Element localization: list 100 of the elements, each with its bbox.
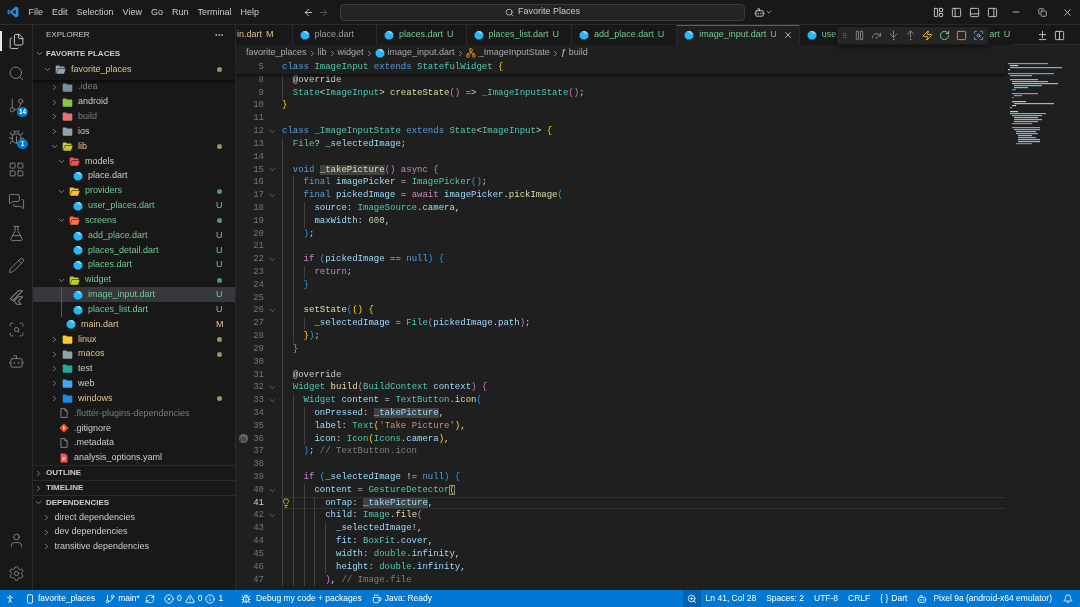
zoom-icon[interactable] [682, 590, 701, 607]
close-icon[interactable] [782, 30, 793, 40]
tree-item[interactable]: favorite_places [33, 62, 235, 77]
tree-item[interactable]: .idea [33, 79, 235, 95]
command-center[interactable]: Favorite Places [340, 3, 745, 21]
status-item[interactable]: favorite_places [20, 590, 101, 607]
breadcrumb-item[interactable]: favorite_places [246, 46, 307, 60]
editor-tab[interactable]: add_place.dart U [572, 25, 678, 45]
breadcrumb-item[interactable]: widget [337, 46, 364, 60]
lightning-icon[interactable] [922, 29, 934, 41]
tree-item[interactable]: places_list.dart U [33, 302, 235, 318]
pause-icon[interactable] [854, 29, 866, 41]
tree-item[interactable]: linux [33, 331, 235, 347]
status-item[interactable]: UTF-8 [809, 590, 844, 607]
stop-icon[interactable] [956, 29, 968, 41]
flask-icon[interactable] [7, 224, 25, 242]
tree-item[interactable]: models [33, 153, 235, 169]
breadcrumb-item[interactable]: image_input.dart [374, 46, 455, 60]
tree-item[interactable]: place.dart [33, 168, 235, 184]
breadcrumb-item[interactable]: _ImageInputState [465, 46, 550, 60]
menu-item[interactable]: File [24, 4, 48, 20]
sync-icon[interactable] [144, 593, 155, 604]
menu-item[interactable]: Help [235, 4, 264, 20]
restart-icon[interactable] [939, 29, 951, 41]
tree-item[interactable]: main.dart M [33, 317, 235, 332]
tree-item[interactable]: web [33, 376, 235, 392]
lightbulb-icon[interactable] [281, 498, 291, 509]
tree-item[interactable]: user_places.dart U [33, 198, 235, 214]
chevron-right-icon[interactable] [50, 394, 59, 404]
editor-tab[interactable]: place.dart [292, 25, 378, 45]
scan-icon[interactable] [973, 29, 985, 41]
layout-icon[interactable] [933, 6, 944, 18]
step-out-icon[interactable] [905, 29, 917, 41]
columns-icon[interactable] [1054, 29, 1066, 41]
scan-icon[interactable] [7, 320, 25, 338]
editor-tab[interactable]: places_list.dart U [466, 25, 573, 45]
section-header[interactable]: OUTLINE [33, 465, 235, 481]
tree-item[interactable]: analysis_options.yaml [33, 450, 235, 466]
restore-icon[interactable] [1037, 7, 1047, 17]
tree-item[interactable]: build [33, 109, 235, 125]
tree-item[interactable]: direct dependencies [33, 509, 235, 525]
chevron-right-icon[interactable] [50, 112, 59, 122]
status-item[interactable]: Ln 41, Col 28 [700, 590, 762, 607]
chevron-right-icon[interactable] [50, 82, 59, 92]
status-item[interactable]: Pixel 9a (android-x64 emulator) [912, 590, 1057, 607]
tree-item[interactable]: transitive dependencies [33, 539, 235, 555]
camera-icon[interactable] [238, 434, 248, 444]
editor-tab[interactable]: places.dart U [377, 25, 467, 45]
section-header[interactable]: FAVORITE PLACES [33, 45, 235, 62]
minimap-drawing[interactable] [1008, 63, 1064, 145]
tree-item[interactable]: android [33, 94, 235, 110]
tree-item[interactable]: dev dependencies [33, 524, 235, 540]
tree-item[interactable]: .gitignore [33, 420, 235, 436]
editor-tab[interactable]: image_input.dart U [677, 25, 800, 45]
tree-item[interactable]: providers [33, 183, 235, 199]
tree-item[interactable]: test [33, 361, 235, 377]
tree-item[interactable]: image_input.dart U [33, 287, 235, 303]
bug-icon[interactable] [7, 128, 25, 146]
menu-item[interactable]: Go [146, 4, 168, 20]
flutter-icon[interactable] [7, 288, 25, 306]
section-header[interactable]: DEPENDENCIES [33, 495, 235, 510]
tree-item[interactable]: lib [33, 139, 235, 154]
menu-item[interactable]: Edit [47, 4, 73, 20]
tree-item[interactable]: .flutter-plugins-dependencies [33, 406, 235, 421]
grid-icon[interactable] [7, 160, 25, 178]
tree-item[interactable]: places.dart U [33, 257, 235, 273]
tree-item[interactable]: add_place.dart U [33, 228, 235, 243]
section-header[interactable]: TIMELINE [33, 480, 235, 495]
search-icon[interactable] [7, 64, 25, 82]
menu-item[interactable]: Terminal [192, 4, 236, 20]
tree-item[interactable]: widget [33, 272, 235, 288]
branch-icon[interactable] [7, 96, 25, 114]
panel-left-icon[interactable] [951, 6, 962, 18]
menu-item[interactable]: Run [167, 4, 193, 20]
settings-icon[interactable] [7, 565, 25, 582]
tree-item[interactable]: screens [33, 213, 235, 229]
editor-tab[interactable]: in.dart M [236, 25, 293, 45]
status-item[interactable]: Spaces: 2 [761, 590, 809, 607]
panel-right-icon[interactable] [987, 6, 998, 18]
chevron-down-icon[interactable] [35, 49, 44, 58]
panel-bottom-icon[interactable] [969, 6, 980, 18]
menu-item[interactable]: Selection [72, 4, 119, 20]
status-item[interactable]: { } Dart [875, 590, 913, 607]
chat-icon[interactable] [7, 192, 25, 210]
files-icon[interactable] [7, 32, 25, 50]
chevron-right-icon[interactable] [50, 364, 59, 374]
chevron-right-icon[interactable] [50, 379, 59, 389]
bell-icon[interactable] [1063, 593, 1073, 604]
chevron-right-icon[interactable] [50, 349, 59, 359]
robot-icon[interactable] [754, 6, 765, 18]
pencil-icon[interactable] [7, 256, 25, 274]
status-item[interactable]: Java: Ready [366, 590, 437, 607]
close-icon[interactable] [1062, 6, 1073, 18]
tree-item[interactable]: .metadata [33, 435, 235, 451]
step-into-icon[interactable] [888, 29, 900, 41]
chevron-right-icon[interactable] [50, 97, 59, 107]
tree-item[interactable]: ios [33, 124, 235, 140]
menu-item[interactable]: View [118, 4, 147, 20]
tree-item[interactable]: places_detail.dart U [33, 242, 235, 258]
breadcrumb-item[interactable]: lib [317, 46, 327, 60]
